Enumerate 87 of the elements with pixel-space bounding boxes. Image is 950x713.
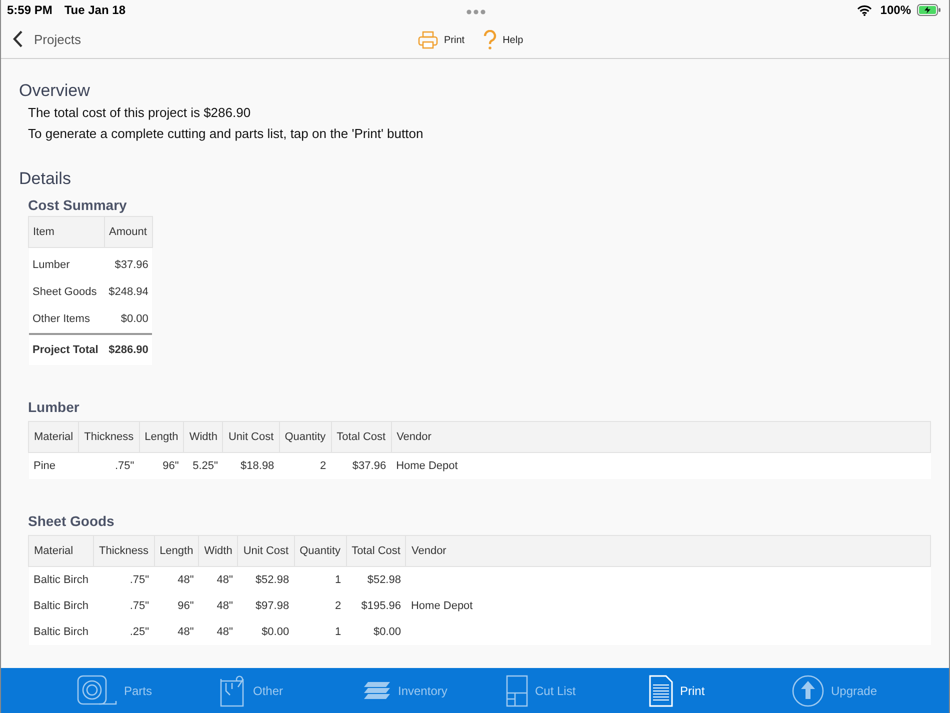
table-cell: $0.00 xyxy=(104,306,152,334)
table-cell: 96" xyxy=(178,600,194,612)
column-header: Length xyxy=(139,422,184,452)
table-cell: 48" xyxy=(216,626,233,638)
column-header: Total Cost xyxy=(346,536,406,566)
total-cell: Project Total xyxy=(28,334,104,365)
table-cell: Baltic Birch xyxy=(34,626,89,638)
column-header: Unit Cost xyxy=(222,422,280,452)
battery-percent: 100% xyxy=(880,3,911,17)
table-cell: Home Depot xyxy=(410,600,473,612)
table-cell: $52.98 xyxy=(255,574,290,586)
wifi-icon xyxy=(857,4,872,16)
panel-layout-icon xyxy=(506,674,528,706)
back-button[interactable]: Projects xyxy=(1,30,81,48)
printer-icon xyxy=(418,31,438,49)
column-header: Total Cost xyxy=(331,422,392,452)
table-cell: $37.96 xyxy=(104,248,152,279)
tab[interactable]: Cut List xyxy=(506,668,649,713)
table-cell: Other Items xyxy=(28,306,104,334)
up-arrow-circle-icon xyxy=(792,674,824,706)
table-cell: 1 xyxy=(334,626,342,638)
bin-icon xyxy=(220,674,246,706)
overview-text: To generate a complete cutting and parts list, tap on the 'Print' button xyxy=(28,126,424,141)
table-cell: 1 xyxy=(334,574,342,586)
table-cell: $0.00 xyxy=(373,626,401,638)
table-cell: $37.96 xyxy=(352,460,386,472)
table-cell: $0.00 xyxy=(262,626,290,638)
table-cell: 48" xyxy=(216,574,233,586)
column-header: Width xyxy=(198,536,238,566)
battery-charging-icon xyxy=(917,4,941,16)
table-cell: .75" xyxy=(130,574,150,586)
overview-text: The total cost of this project is $286.90 xyxy=(28,105,252,120)
table-cell: 2 xyxy=(334,600,342,612)
more-dots-icon[interactable] xyxy=(466,9,486,15)
table-title: Sheet Goods xyxy=(28,513,116,529)
table-cell: 48" xyxy=(178,574,194,586)
table-cell: $195.96 xyxy=(361,600,401,612)
tab[interactable]: Other xyxy=(220,668,363,713)
table-cell: Baltic Birch xyxy=(34,600,89,612)
table-cell: Sheet Goods xyxy=(28,279,104,306)
table-cell: 48" xyxy=(216,600,233,612)
table-title: Cost Summary xyxy=(28,197,128,213)
layers-icon xyxy=(363,680,391,702)
status-date: Tue Jan 18 xyxy=(64,3,126,17)
tab[interactable]: Parts xyxy=(77,668,220,713)
tab[interactable]: Inventory xyxy=(363,668,506,713)
document-icon xyxy=(649,674,673,706)
table-cell: 96" xyxy=(162,460,179,472)
table-cell: Lumber xyxy=(28,248,104,279)
column-header: Item xyxy=(28,216,104,248)
table-cell: .25" xyxy=(130,626,150,638)
table-cell: $52.98 xyxy=(367,574,401,586)
table-cell: $248.94 xyxy=(104,279,152,306)
tab[interactable]: Print xyxy=(649,668,792,713)
table-cell: $18.98 xyxy=(240,460,274,472)
section-heading: Details xyxy=(19,169,72,189)
question-mark-icon xyxy=(482,30,497,50)
column-header: Unit Cost xyxy=(238,536,294,566)
column-header: Thickness xyxy=(78,422,140,452)
table-cell: .75" xyxy=(130,600,150,612)
column-header: Vendor xyxy=(391,422,930,452)
column-header: Vendor xyxy=(406,536,930,566)
tape-measure-icon xyxy=(77,674,117,706)
table-cell: 2 xyxy=(320,460,326,472)
column-header: Quantity xyxy=(279,422,332,452)
table-cell: Home Depot xyxy=(396,460,458,472)
print-button[interactable]: Print xyxy=(418,30,465,50)
column-header: Thickness xyxy=(94,536,154,566)
table-cell: 48" xyxy=(178,626,194,638)
section-heading: Overview xyxy=(19,81,91,101)
help-button[interactable]: Help xyxy=(482,30,524,50)
column-header: Length xyxy=(154,536,199,566)
column-header: Width xyxy=(184,422,223,452)
table-cell: Pine xyxy=(34,460,56,472)
column-header: Amount xyxy=(104,216,152,248)
chevron-left-icon xyxy=(13,30,23,48)
status-time: 5:59 PM xyxy=(7,3,52,17)
table-cell: .75" xyxy=(114,460,134,472)
column-header: Quantity xyxy=(294,536,346,566)
table-title: Lumber xyxy=(28,399,80,415)
total-cell: $286.90 xyxy=(104,334,152,365)
tab[interactable]: Upgrade xyxy=(792,668,935,713)
table-cell: $97.98 xyxy=(255,600,290,612)
column-header: Material xyxy=(28,536,94,566)
column-header: Material xyxy=(28,422,79,452)
table-cell: Baltic Birch xyxy=(34,574,89,586)
table-cell: 5.25" xyxy=(192,460,218,472)
